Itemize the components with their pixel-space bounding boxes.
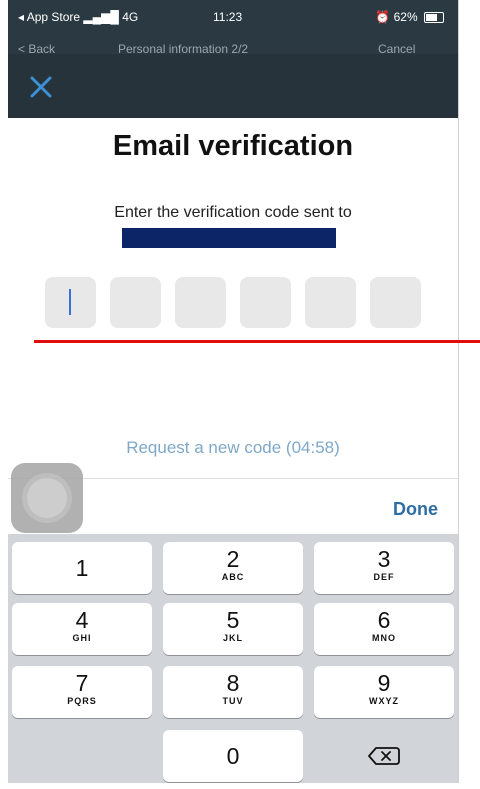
key-letters: GHI	[72, 633, 92, 643]
text-caret	[69, 289, 71, 315]
assistive-touch-button[interactable]	[11, 463, 83, 533]
numeric-keypad: 1 2 ABC 3 DEF 4 GHI 5 JKL 6 MNO 7 PQRS 8…	[8, 534, 458, 783]
key-digit: 2	[226, 546, 240, 572]
battery-icon	[424, 12, 444, 24]
key-5[interactable]: 5 JKL	[163, 603, 303, 655]
done-button[interactable]: Done	[393, 499, 438, 520]
key-digit: 7	[75, 670, 89, 696]
key-8[interactable]: 8 TUV	[163, 666, 303, 718]
key-0[interactable]: 0	[163, 730, 303, 782]
phone-screen: ◂ App Store ▂▄▆█ 4G 11:23 ⏰ 62% < Back P…	[8, 0, 459, 783]
key-digit: 3	[377, 546, 391, 572]
key-digit: 5	[226, 607, 240, 633]
carrier-label: ◂ App Store	[18, 10, 81, 24]
key-letters: DEF	[373, 572, 395, 582]
modal-header	[8, 54, 458, 118]
key-digit: 6	[377, 607, 391, 633]
key-7[interactable]: 7 PQRS	[12, 666, 152, 718]
status-time: 11:23	[213, 10, 243, 24]
network-label: 4G	[122, 10, 139, 24]
code-digit-box[interactable]	[110, 277, 161, 328]
nav-title: Personal information 2/2	[118, 42, 249, 54]
request-new-code-link[interactable]: Request a new code (04:58)	[8, 438, 458, 458]
key-digit: 4	[75, 607, 89, 633]
underlying-nav-bar: < Back Personal information 2/2 Cancel	[8, 40, 458, 54]
backspace-icon[interactable]	[314, 730, 454, 782]
close-icon[interactable]	[28, 74, 54, 100]
page-title: Email verification	[112, 130, 354, 162]
code-digit-box[interactable]	[370, 277, 421, 328]
instruction-text: Enter the verification code sent to	[114, 204, 352, 221]
key-digit: 0	[226, 743, 240, 769]
key-letters: JKL	[222, 633, 243, 643]
signal-icon: ▂▄▆█	[83, 10, 123, 24]
key-3[interactable]: 3 DEF	[314, 542, 454, 594]
code-digit-box[interactable]	[45, 277, 96, 328]
key-digit: 1	[75, 555, 89, 581]
key-digit: 8	[226, 670, 240, 696]
key-letters: TUV	[222, 696, 244, 706]
alarm-icon: ⏰	[375, 10, 391, 24]
code-digit-box[interactable]	[240, 277, 291, 328]
annotation-line	[34, 340, 480, 343]
redacted-email	[122, 228, 336, 248]
key-1[interactable]: 1	[12, 542, 152, 594]
key-letters: WXYZ	[369, 696, 399, 706]
key-letters: PQRS	[67, 696, 97, 706]
status-right: ⏰ 62%	[375, 10, 444, 24]
key-9[interactable]: 9 WXYZ	[314, 666, 454, 718]
key-letters: ABC	[221, 572, 245, 582]
status-bar: ◂ App Store ▂▄▆█ 4G 11:23 ⏰ 62%	[8, 0, 458, 40]
key-digit: 9	[377, 670, 391, 696]
key-4[interactable]: 4 GHI	[12, 603, 152, 655]
status-left: ◂ App Store ▂▄▆█ 4G	[18, 10, 138, 24]
nav-back-label: < Back	[18, 42, 56, 54]
key-2[interactable]: 2 ABC	[163, 542, 303, 594]
assistive-touch-icon	[27, 478, 67, 518]
key-6[interactable]: 6 MNO	[314, 603, 454, 655]
nav-cancel-label: Cancel	[378, 42, 416, 54]
key-letters: MNO	[372, 633, 396, 643]
code-digit-box[interactable]	[305, 277, 356, 328]
code-digit-box[interactable]	[175, 277, 226, 328]
battery-label: 62%	[393, 10, 418, 24]
